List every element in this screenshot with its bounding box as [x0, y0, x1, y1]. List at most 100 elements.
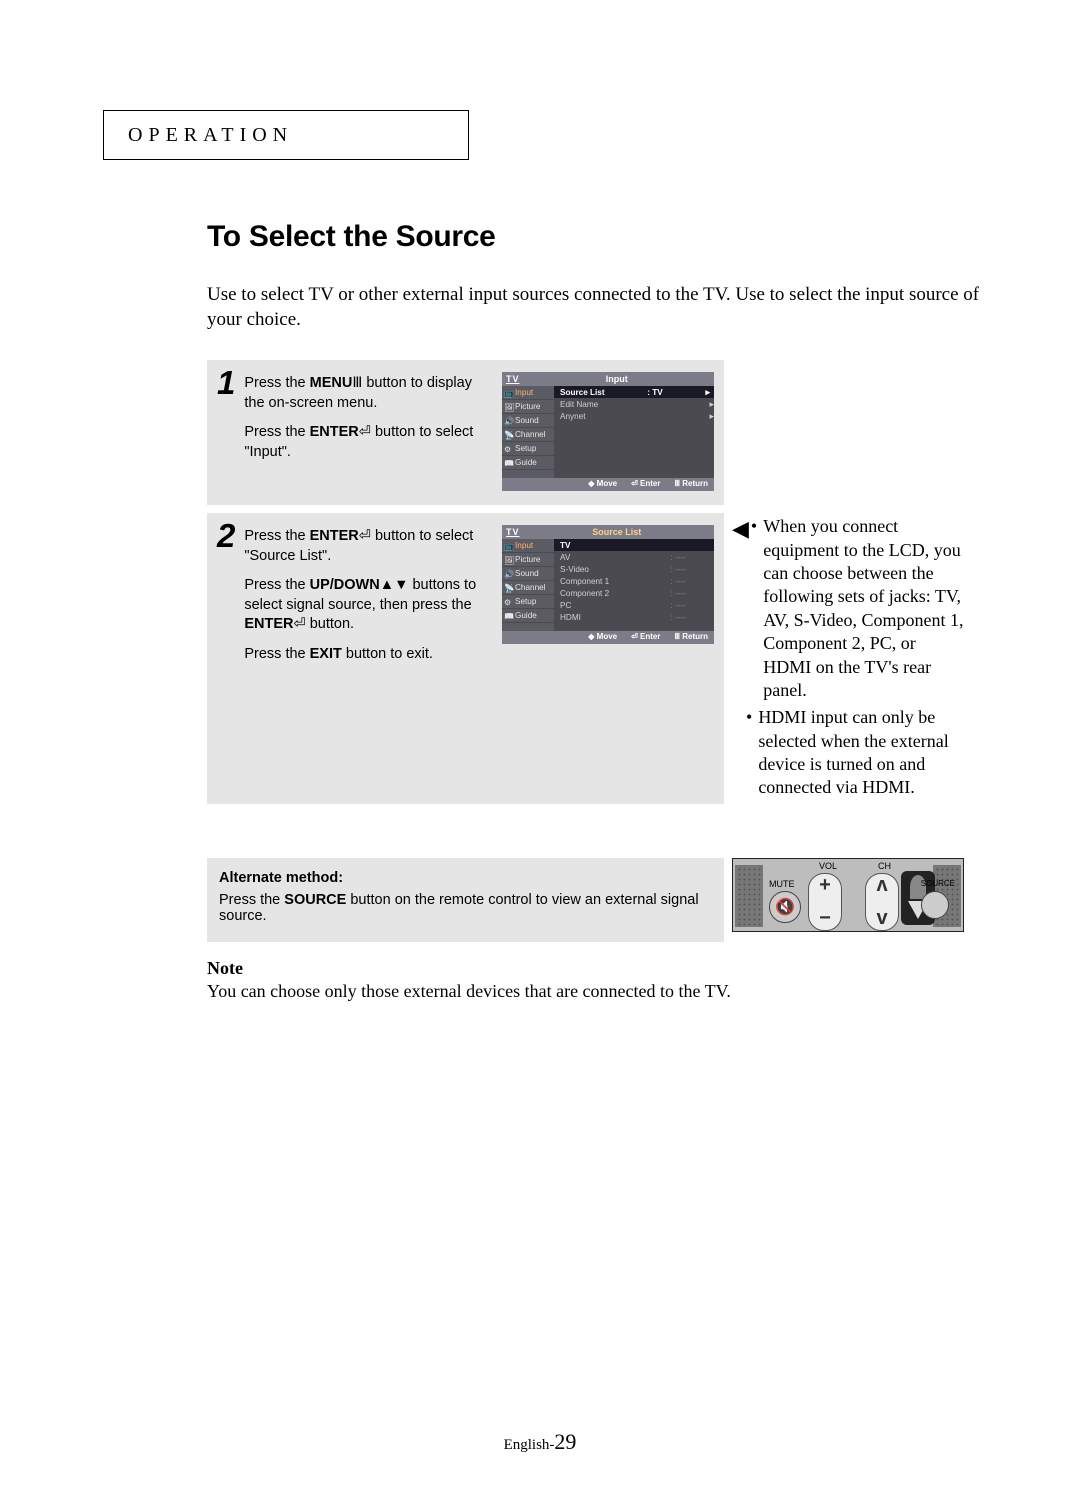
- page-number: English-29: [0, 1429, 1080, 1455]
- guide-icon: 📖: [504, 611, 513, 620]
- down-icon: v: [876, 907, 887, 930]
- enter-icon: ⏎: [359, 424, 371, 440]
- setup-icon: ⚙: [504, 444, 513, 453]
- up-icon: ʌ: [876, 874, 887, 897]
- t: button.: [306, 616, 354, 632]
- t: Press the: [244, 375, 309, 391]
- bullet-icon: •: [746, 706, 752, 800]
- input-icon: 📺: [504, 541, 513, 550]
- minus-icon: −: [819, 907, 831, 930]
- osd1-main: Source List: TV▸ Edit Name▸ Anynet▸: [554, 386, 714, 478]
- osd-side-channel: 📡Channel: [502, 581, 554, 595]
- osd1-row-sourcelist: Source List: TV▸: [554, 386, 714, 398]
- input-icon: 📺: [504, 388, 513, 397]
- note-block: Note You can choose only those external …: [207, 958, 985, 1002]
- osd-enter: ⏎ Enter: [631, 632, 660, 643]
- osd-side-guide: 📖Guide: [502, 456, 554, 470]
- osd2-row-comp2: Component 2: ----: [554, 587, 714, 599]
- alternate-row: Alternate method: Press the SOURCE butto…: [207, 858, 985, 942]
- section-label: OPERATION: [128, 124, 293, 147]
- osd2-row-svideo: S-Video: ----: [554, 563, 714, 575]
- picture-icon: 🖼: [504, 555, 513, 564]
- osd-sidebar: 📺Input 🖼Picture 🔊Sound 📡Channel ⚙Setup 📖…: [502, 539, 554, 631]
- t: button to exit.: [342, 646, 433, 662]
- osd2-header: TV Source List: [502, 525, 714, 539]
- left-pointer-icon: ◀: [732, 515, 749, 702]
- section-heading-box: OPERATION: [103, 110, 469, 160]
- osd-side-picture: 🖼Picture: [502, 553, 554, 567]
- mute-label: MUTE: [769, 879, 795, 889]
- setup-icon: ⚙: [504, 597, 513, 606]
- sound-icon: 🔊: [504, 569, 513, 578]
- osd-footer: ◆ Move ⏎ Enter Ⅲ Return: [502, 478, 714, 491]
- speaker-grille-icon: [735, 865, 763, 927]
- t: Press the: [244, 424, 309, 440]
- step-2-box: 2 Press the ENTER⏎ button to select "Sou…: [207, 513, 724, 804]
- updown-key: UP/DOWN: [310, 577, 380, 593]
- t: Press the: [244, 528, 309, 544]
- step-2-row: 2 Press the ENTER⏎ button to select "Sou…: [207, 513, 985, 804]
- osd2-main: TV AV: ---- S-Video: ---- Component 1: -…: [554, 539, 714, 631]
- arrow-right-icon: ▸: [709, 398, 714, 410]
- channel-rocker: ʌ v: [865, 873, 899, 931]
- source-button-icon: [921, 891, 949, 919]
- side-note-2: HDMI input can only be selected when the…: [758, 706, 967, 800]
- menu-icon: Ⅲ: [352, 375, 362, 391]
- step-1-text: Press the MENUⅢ button to display the on…: [244, 366, 502, 491]
- step-1-number: 1: [217, 366, 234, 491]
- osd1-menu-title: Input: [606, 373, 628, 385]
- exit-key: EXIT: [310, 646, 342, 662]
- arrow-right-icon: ▸: [705, 386, 710, 398]
- osd-side-picture: 🖼Picture: [502, 400, 554, 414]
- enter-key: ENTER: [310, 528, 359, 544]
- osd-move: ◆ Move: [588, 479, 617, 490]
- osd-return: Ⅲ Return: [674, 479, 708, 490]
- bullet-icon: •: [751, 515, 757, 702]
- osd-side-input: 📺Input: [502, 386, 554, 400]
- osd-screen-1: TV Input 📺Input 🖼Picture 🔊Sound 📡Channel…: [502, 372, 714, 491]
- picture-icon: 🖼: [504, 402, 513, 411]
- osd2-row-tv: TV: [554, 539, 714, 551]
- sound-icon: 🔊: [504, 416, 513, 425]
- osd-side-sound: 🔊Sound: [502, 414, 554, 428]
- enter-icon: ⏎: [294, 616, 306, 632]
- mute-icon: 🔇: [769, 891, 801, 923]
- source-key: SOURCE: [284, 892, 346, 908]
- ch-label: CH: [878, 861, 891, 871]
- channel-icon: 📡: [504, 583, 513, 592]
- menu-key: MENU: [310, 375, 353, 391]
- osd2-row-comp1: Component 1: ----: [554, 575, 714, 587]
- channel-icon: 📡: [504, 430, 513, 439]
- remote-illustration: VOL CH MUTE 🔇 + − ʌ v SOURCE: [732, 858, 964, 932]
- enter-icon: ⏎: [359, 528, 371, 544]
- enter-key: ENTER: [310, 424, 359, 440]
- osd-move: ◆ Move: [588, 632, 617, 643]
- step-1-row: 1 Press the MENUⅢ button to display the …: [207, 360, 985, 505]
- source-label: SOURCE: [921, 879, 955, 888]
- osd-side-guide: 📖Guide: [502, 609, 554, 623]
- step-2-number: 2: [217, 519, 234, 790]
- intro-text: Use to select TV or other external input…: [207, 282, 985, 332]
- osd2-row-hdmi: HDMI: ----: [554, 611, 714, 623]
- vol-label: VOL: [819, 861, 837, 871]
- page-title: To Select the Source: [207, 220, 985, 254]
- step-1-box: 1 Press the MENUⅢ button to display the …: [207, 360, 724, 505]
- osd2-row-av: AV: ----: [554, 551, 714, 563]
- volume-rocker: + −: [808, 873, 842, 931]
- osd-side-sound: 🔊Sound: [502, 567, 554, 581]
- alt-heading: Alternate method:: [219, 870, 712, 886]
- manual-page: OPERATION To Select the Source Use to se…: [0, 0, 1080, 1503]
- osd-tv-label: TV: [506, 526, 520, 538]
- osd-side-setup: ⚙Setup: [502, 595, 554, 609]
- alternate-box: Alternate method: Press the SOURCE butto…: [207, 858, 724, 942]
- note-heading: Note: [207, 958, 985, 979]
- osd1-row-anynet: Anynet▸: [554, 410, 714, 422]
- note-text: You can choose only those external devic…: [207, 981, 985, 1002]
- t: Press the: [244, 646, 309, 662]
- osd1-header: TV Input: [502, 372, 714, 386]
- side-note: ◀ • When you connect equipment to the LC…: [732, 513, 967, 804]
- side-note-1: When you connect equipment to the LCD, y…: [763, 515, 967, 702]
- step-2-text: Press the ENTER⏎ button to select "Sourc…: [244, 519, 502, 790]
- osd-side-setup: ⚙Setup: [502, 442, 554, 456]
- osd-sidebar: 📺Input 🖼Picture 🔊Sound 📡Channel ⚙Setup 📖…: [502, 386, 554, 478]
